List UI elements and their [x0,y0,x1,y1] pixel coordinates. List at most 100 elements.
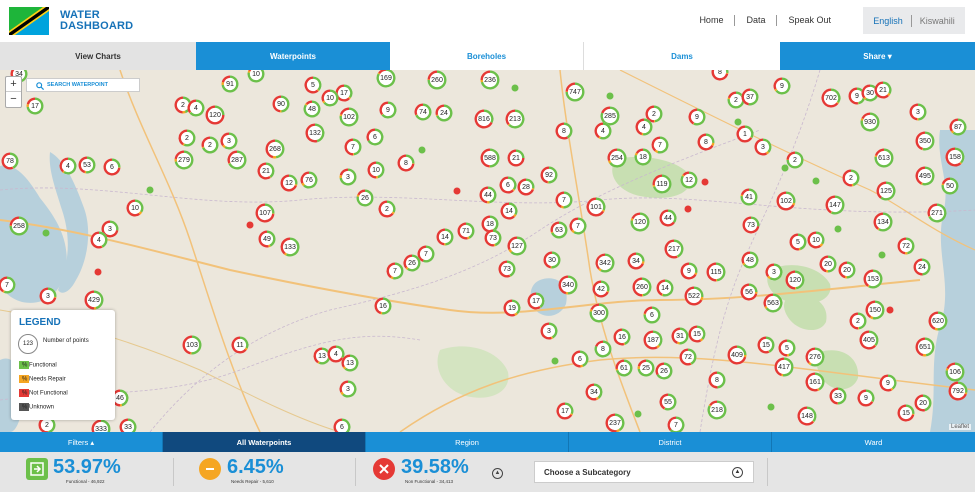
waterpoint-cluster-marker[interactable]: 11 [231,336,249,354]
waterpoint-dot[interactable] [684,205,692,213]
waterpoint-dot[interactable] [246,221,254,229]
lang-kiswahili-link[interactable]: Kiswahili [920,16,955,26]
waterpoint-cluster-marker[interactable]: 12 [680,171,698,189]
waterpoint-dot[interactable] [812,177,820,185]
waterpoint-cluster-marker[interactable]: 102 [776,191,796,211]
waterpoint-cluster-marker[interactable]: 816 [474,109,494,129]
waterpoint-cluster-marker[interactable]: 15 [757,336,775,354]
waterpoint-cluster-marker[interactable]: 747 [565,82,585,102]
waterpoint-cluster-marker[interactable]: 409 [727,345,747,365]
waterpoint-dot[interactable] [606,92,614,100]
waterpoint-cluster-marker[interactable]: 132 [305,123,325,143]
waterpoint-cluster-marker[interactable]: 429 [84,290,104,310]
tab-waterpoints[interactable]: Waterpoints [196,42,390,70]
waterpoint-cluster-marker[interactable]: 31 [671,327,689,345]
waterpoint-cluster-marker[interactable]: 73 [742,216,760,234]
waterpoint-cluster-marker[interactable]: 1 [736,125,754,143]
waterpoint-cluster-marker[interactable]: 268 [265,139,285,159]
nav-home-link[interactable]: Home [688,15,734,26]
waterpoint-cluster-marker[interactable]: 120 [785,270,805,290]
waterpoint-cluster-marker[interactable]: 522 [684,286,704,306]
filter-ward[interactable]: Ward [772,432,975,452]
waterpoint-cluster-marker[interactable]: 5 [789,233,807,251]
waterpoint-cluster-marker[interactable]: 134 [873,212,893,232]
waterpoint-cluster-marker[interactable]: 4 [187,99,205,117]
waterpoint-cluster-marker[interactable]: 3 [754,138,772,156]
waterpoint-cluster-marker[interactable]: 342 [595,253,615,273]
waterpoint-cluster-marker[interactable]: 133 [280,237,300,257]
waterpoint-cluster-marker[interactable]: 16 [374,297,392,315]
waterpoint-dot[interactable] [767,403,775,411]
waterpoint-cluster-marker[interactable]: 6 [643,306,661,324]
waterpoint-cluster-marker[interactable]: 7 [555,191,573,209]
waterpoint-cluster-marker[interactable]: 417 [774,357,794,377]
waterpoint-cluster-marker[interactable]: 276 [805,347,825,367]
waterpoint-cluster-marker[interactable]: 50 [941,177,959,195]
waterpoint-cluster-marker[interactable]: 34 [627,252,645,270]
waterpoint-cluster-marker[interactable]: 279 [174,150,194,170]
waterpoint-cluster-marker[interactable]: 41 [740,188,758,206]
waterpoint-cluster-marker[interactable]: 63 [550,221,568,239]
waterpoint-cluster-marker[interactable]: 18 [634,148,652,166]
waterpoint-cluster-marker[interactable]: 16 [613,328,631,346]
waterpoint-cluster-marker[interactable]: 28 [517,178,535,196]
waterpoint-cluster-marker[interactable]: 115 [706,262,726,282]
waterpoint-cluster-marker[interactable]: 8 [697,133,715,151]
waterpoint-cluster-marker[interactable]: 217 [664,239,684,259]
waterpoint-cluster-marker[interactable]: 169 [376,70,396,88]
waterpoint-cluster-marker[interactable]: 2 [842,169,860,187]
waterpoint-cluster-marker[interactable]: 76 [300,171,318,189]
waterpoint-cluster-marker[interactable]: 7 [344,138,362,156]
waterpoint-cluster-marker[interactable]: 3 [765,263,783,281]
waterpoint-cluster-marker[interactable]: 3 [909,103,927,121]
waterpoint-cluster-marker[interactable]: 7 [386,262,404,280]
nav-data-link[interactable]: Data [734,15,776,26]
waterpoint-cluster-marker[interactable]: 9 [857,389,875,407]
waterpoint-cluster-marker[interactable]: 49 [258,230,276,248]
map-view[interactable]: 34 17 91 10 5 17 169 260 236 747 8 9 2 37 702 9 30 21 2 4 12… [0,70,975,432]
waterpoint-cluster-marker[interactable]: 271 [927,203,947,223]
waterpoint-cluster-marker[interactable]: 236 [480,70,500,90]
waterpoint-cluster-marker[interactable]: 14 [436,228,454,246]
waterpoint-dot[interactable] [453,187,461,195]
waterpoint-cluster-marker[interactable]: 187 [643,330,663,350]
waterpoint-cluster-marker[interactable]: 2 [201,136,219,154]
waterpoint-cluster-marker[interactable]: 56 [740,283,758,301]
waterpoint-cluster-marker[interactable]: 254 [607,148,627,168]
waterpoint-cluster-marker[interactable]: 6 [366,128,384,146]
waterpoint-cluster-marker[interactable]: 2 [378,200,396,218]
waterpoint-cluster-marker[interactable]: 287 [227,150,247,170]
waterpoint-cluster-marker[interactable]: 6 [103,158,121,176]
waterpoint-dot[interactable] [734,118,742,126]
waterpoint-dot[interactable] [551,357,559,365]
waterpoint-cluster-marker[interactable]: 6 [333,418,351,433]
waterpoint-cluster-marker[interactable]: 14 [500,202,518,220]
waterpoint-cluster-marker[interactable]: 72 [897,237,915,255]
waterpoint-cluster-marker[interactable]: 10 [126,199,144,217]
waterpoint-cluster-marker[interactable]: 119 [652,174,672,194]
waterpoint-cluster-marker[interactable]: 930 [860,112,880,132]
subcategory-select[interactable]: Choose a Subcategory ▲ [534,461,754,483]
waterpoint-cluster-marker[interactable]: 620 [928,311,948,331]
waterpoint-cluster-marker[interactable]: 20 [838,261,856,279]
waterpoint-cluster-marker[interactable]: 2 [727,91,745,109]
waterpoint-cluster-marker[interactable]: 30 [543,251,561,269]
waterpoint-dot[interactable] [418,146,426,154]
waterpoint-cluster-marker[interactable]: 33 [119,418,137,433]
waterpoint-cluster-marker[interactable]: 44 [659,209,677,227]
waterpoint-cluster-marker[interactable]: 74 [414,103,432,121]
waterpoint-cluster-marker[interactable]: 72 [679,348,697,366]
waterpoint-cluster-marker[interactable]: 53 [78,156,96,174]
waterpoint-cluster-marker[interactable]: 10 [367,161,385,179]
search-waterpoint-button[interactable]: SEARCH WATERPOINT [26,78,140,92]
waterpoint-cluster-marker[interactable]: 15 [688,325,706,343]
waterpoint-dot[interactable] [781,164,789,172]
waterpoint-cluster-marker[interactable]: 237 [605,413,625,433]
waterpoint-dot[interactable] [701,178,709,186]
waterpoint-cluster-marker[interactable]: 90 [272,95,290,113]
waterpoint-cluster-marker[interactable]: 258 [9,216,29,236]
waterpoint-cluster-marker[interactable]: 613 [874,148,894,168]
waterpoint-cluster-marker[interactable]: 44 [479,186,497,204]
waterpoint-cluster-marker[interactable]: 213 [505,109,525,129]
waterpoint-cluster-marker[interactable]: 148 [797,406,817,426]
